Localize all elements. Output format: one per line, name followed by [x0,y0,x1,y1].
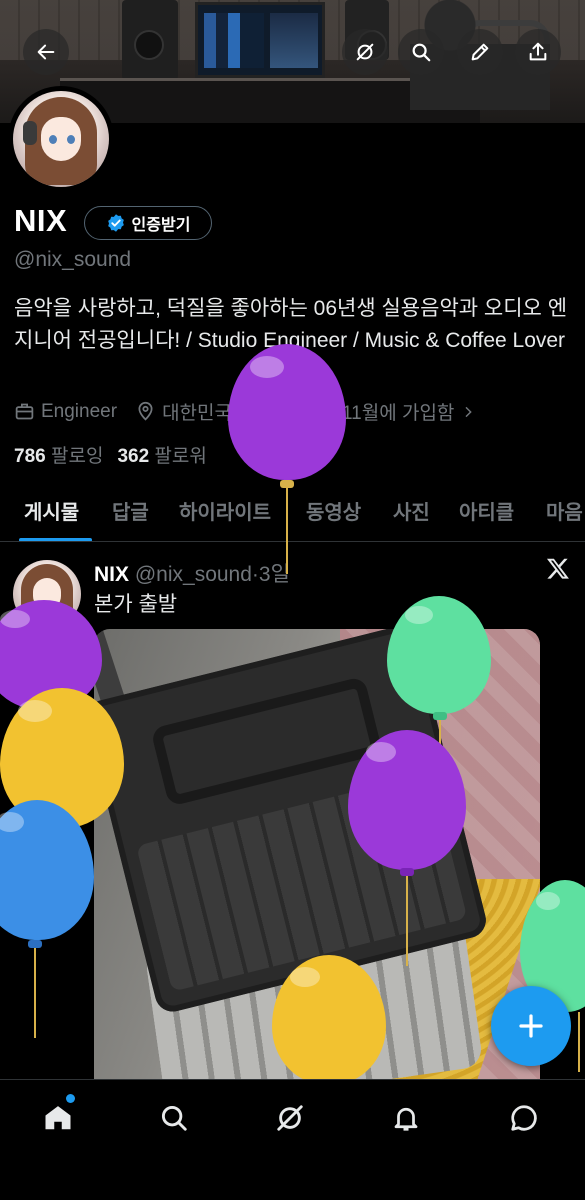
following-label: 팔로잉 [50,446,104,467]
back-arrow-icon [37,44,55,60]
share-icon [529,42,547,61]
banner-speaker-left [122,0,178,80]
profile-name: NIX [14,203,68,238]
tab-posts[interactable]: 게시물 [24,496,79,525]
following-count: 786 [14,446,46,467]
balloon-purple [228,344,348,574]
verified-badge-icon [107,214,124,232]
bottom-navigation [0,1079,585,1200]
search-icon [161,1105,187,1131]
pencil-icon [471,43,489,61]
balloon-blue [0,800,96,1040]
home-notification-dot [66,1094,75,1103]
occupation-item: Engineer [14,401,117,423]
profile-handle: @nix_sound [14,248,132,271]
get-verified-label: 인증받기 [131,217,191,234]
post-author-name[interactable]: NIX [94,563,129,586]
location-pin-icon [138,401,153,421]
messages-icon [511,1105,537,1131]
balloon-purple [348,730,468,970]
location-text: 대한민국 [162,403,232,424]
chevron-right-icon [465,406,473,417]
tab-likes[interactable]: 마음 [546,496,583,525]
balloon-yellow [272,955,388,1085]
banner-monitor [195,2,325,78]
follow-stats: 786 팔로잉 362 팔로워 [14,441,207,468]
search-icon [412,43,431,62]
edit-button[interactable] [457,29,503,75]
occupation-text: Engineer [41,400,118,422]
search-button[interactable] [398,29,444,75]
location-item: 대한민국 [135,398,232,425]
compose-post-button[interactable] [491,986,571,1066]
following-link[interactable]: 786 팔로잉 [14,446,103,467]
grok-icon [356,43,374,61]
followers-count: 362 [117,446,150,467]
home-icon [45,1106,71,1130]
nav-search[interactable] [152,1096,196,1140]
x-logo-icon [546,558,569,579]
get-verified-button[interactable]: 인증받기 [84,206,212,240]
tab-photos[interactable]: 사진 [393,496,430,525]
post-text: 본가 출발 [94,593,178,616]
nav-home[interactable] [36,1096,80,1140]
tab-articles[interactable]: 아티클 [459,496,514,525]
nav-notifications[interactable] [384,1096,428,1140]
grok-button[interactable] [342,29,388,75]
followers-label: 팔로워 [154,446,207,467]
tab-replies[interactable]: 답글 [112,496,149,525]
back-button[interactable] [23,29,69,75]
grok-icon [277,1105,303,1131]
notifications-icon [394,1107,418,1131]
plus-icon [519,1014,543,1038]
active-tab-indicator [19,538,92,541]
followers-link[interactable]: 362 팔로워 [117,446,206,467]
nav-grok[interactable] [268,1096,312,1140]
share-button[interactable] [515,29,561,75]
briefcase-icon [15,403,34,420]
nav-messages[interactable] [502,1096,546,1140]
profile-avatar[interactable] [8,86,114,192]
